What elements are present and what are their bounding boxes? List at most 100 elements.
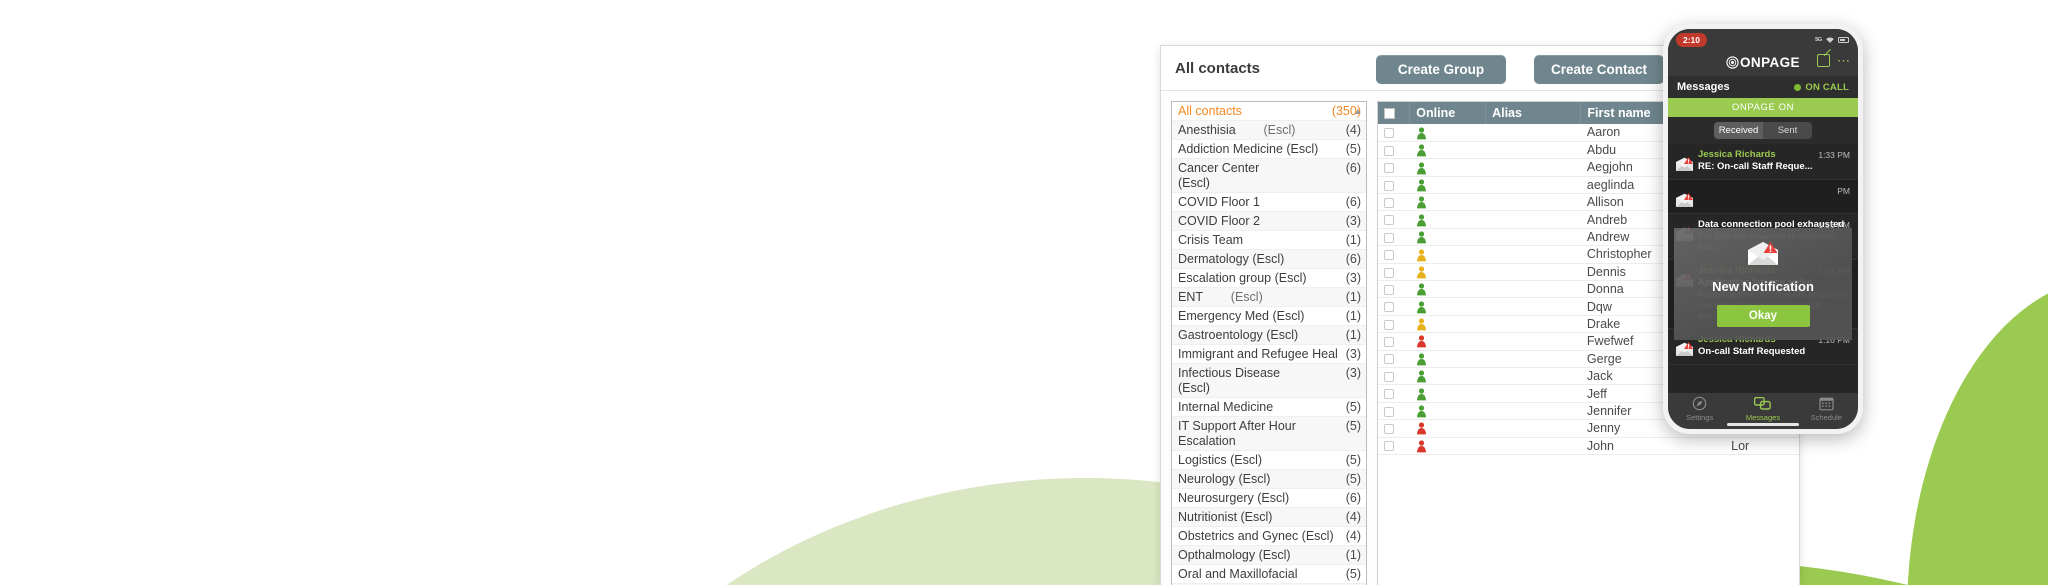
tab-messages[interactable]: Messages xyxy=(1733,396,1793,422)
row-checkbox[interactable] xyxy=(1384,250,1394,261)
group-list-item[interactable]: Nutritionist (Escl) (4) xyxy=(1172,508,1366,527)
row-select-cell[interactable] xyxy=(1378,124,1410,142)
group-name: Opthalmology (Escl) xyxy=(1178,547,1291,562)
row-select-cell[interactable] xyxy=(1378,176,1410,195)
group-list-item[interactable]: COVID Floor 2 (3) xyxy=(1172,212,1366,231)
row-checkbox[interactable] xyxy=(1384,424,1394,435)
row-checkbox[interactable] xyxy=(1384,441,1394,452)
compose-icon[interactable] xyxy=(1817,54,1830,67)
group-list-item[interactable]: Crisis Team (1) xyxy=(1172,231,1366,250)
segment-sent[interactable]: Sent xyxy=(1763,122,1812,139)
group-list-item[interactable]: Opthalmology (Escl) (1) xyxy=(1172,546,1366,565)
cell-online xyxy=(1409,297,1486,316)
row-checkbox[interactable] xyxy=(1384,371,1394,382)
group-list-item[interactable]: Obstetrics and Gynec (Escl) (4) xyxy=(1172,527,1366,546)
group-name: Emergency Med (Escl) xyxy=(1178,308,1305,323)
tab-settings[interactable]: Settings xyxy=(1670,396,1730,422)
segment-received[interactable]: Received xyxy=(1714,122,1763,139)
row-checkbox[interactable] xyxy=(1384,163,1394,174)
row-select-cell[interactable] xyxy=(1378,402,1410,421)
row-select-cell[interactable] xyxy=(1378,280,1410,299)
cell-alias xyxy=(1485,228,1581,247)
row-select-cell[interactable] xyxy=(1378,228,1410,247)
row-checkbox[interactable] xyxy=(1384,267,1394,278)
chevron-up-icon[interactable]: ▲ xyxy=(1352,105,1364,117)
phone-status-bar: 2:10 5G xyxy=(1668,29,1858,49)
row-checkbox[interactable] xyxy=(1384,145,1394,156)
group-list-item[interactable]: Internal Medicine (5) xyxy=(1172,398,1366,417)
group-list-item[interactable]: Immigrant and Refugee Heal (3) xyxy=(1172,345,1366,364)
tab-schedule[interactable]: Schedule xyxy=(1796,396,1856,422)
message-item[interactable]: PM xyxy=(1668,180,1858,214)
groups-list[interactable]: All contacts (350) Anesthisia (Escl) (4) Add… xyxy=(1172,102,1366,585)
group-name-continued: Escalation xyxy=(1178,433,1236,448)
row-select-cell[interactable] xyxy=(1378,210,1410,229)
row-select-cell[interactable] xyxy=(1378,141,1410,160)
column-header-online[interactable]: Online xyxy=(1409,102,1487,124)
group-list-item[interactable]: Infectious Disease (3) (Escl) xyxy=(1172,364,1366,398)
onpage-on-banner[interactable]: ONPAGE ON xyxy=(1668,98,1858,117)
row-checkbox[interactable] xyxy=(1384,180,1394,191)
group-list-item[interactable]: Gastroentology (Escl) (1) xyxy=(1172,326,1366,345)
phone-screen: 2:10 5G ONPAGE ⋯ Messages ON CALL ONPAGE… xyxy=(1668,29,1858,429)
presence-green-icon xyxy=(1416,214,1426,227)
more-options-icon[interactable]: ⋯ xyxy=(1837,54,1851,67)
group-list-item[interactable]: Addiction Medicine (Escl) (5) xyxy=(1172,140,1366,159)
row-checkbox[interactable] xyxy=(1384,389,1394,400)
select-all-checkbox[interactable] xyxy=(1384,108,1395,120)
presence-green-icon xyxy=(1416,405,1426,418)
row-select-cell[interactable] xyxy=(1378,384,1410,403)
notification-okay-button[interactable]: Okay xyxy=(1716,305,1810,327)
presence-red-icon xyxy=(1416,422,1426,435)
row-checkbox[interactable] xyxy=(1384,337,1394,348)
row-select-cell[interactable] xyxy=(1378,193,1410,212)
row-select-cell[interactable] xyxy=(1378,297,1410,316)
group-list-item[interactable]: Neurosurgery (Escl) (6) xyxy=(1172,489,1366,508)
create-group-button[interactable]: Create Group xyxy=(1376,55,1506,84)
row-select-cell[interactable] xyxy=(1378,315,1410,334)
row-checkbox[interactable] xyxy=(1384,232,1394,243)
cell-alias xyxy=(1485,280,1581,299)
create-contact-button[interactable]: Create Contact xyxy=(1534,55,1664,84)
received-sent-segmented-control[interactable]: Received Sent xyxy=(1714,122,1812,139)
group-list-item[interactable]: Logistics (Escl) (5) xyxy=(1172,451,1366,470)
row-checkbox[interactable] xyxy=(1384,197,1394,208)
table-row[interactable]: John Lor xyxy=(1378,437,1799,455)
group-list-item[interactable]: Oral and Maxillofacial (5) xyxy=(1172,565,1366,584)
row-select-cell[interactable] xyxy=(1378,437,1410,455)
row-checkbox[interactable] xyxy=(1384,128,1394,139)
group-list-item[interactable]: Escalation group (Escl) (3) xyxy=(1172,269,1366,288)
group-list-item[interactable]: Dermatology (Escl) (6) xyxy=(1172,250,1366,269)
group-count: (4) xyxy=(1345,509,1361,524)
group-list-item[interactable]: COVID Floor 1 (6) xyxy=(1172,193,1366,212)
row-checkbox[interactable] xyxy=(1384,284,1394,295)
group-list-item[interactable]: ENT (Escl) (1) xyxy=(1172,288,1366,307)
group-list-item[interactable]: Neurology (Escl) (5) xyxy=(1172,470,1366,489)
select-all-header[interactable] xyxy=(1378,102,1411,124)
wifi-icon xyxy=(1825,31,1835,49)
row-select-cell[interactable] xyxy=(1378,245,1410,264)
group-list-item[interactable]: Emergency Med (Escl) (1) xyxy=(1172,307,1366,326)
row-select-cell[interactable] xyxy=(1378,263,1410,282)
group-list-item[interactable]: Anesthisia (Escl) (4) xyxy=(1172,121,1366,140)
row-select-cell[interactable] xyxy=(1378,350,1410,368)
group-list-item[interactable]: IT Support After Hour (5) Escalation xyxy=(1172,417,1366,451)
row-checkbox[interactable] xyxy=(1384,215,1394,226)
page-title: All contacts xyxy=(1175,59,1261,77)
messages-list[interactable]: Jessica Richards RE: On-call Staff Reque.… xyxy=(1668,144,1858,393)
row-select-cell[interactable] xyxy=(1378,158,1410,177)
on-call-label: ON CALL xyxy=(1805,81,1849,93)
row-checkbox[interactable] xyxy=(1384,302,1394,313)
column-header-alias[interactable]: Alias xyxy=(1485,102,1582,124)
group-list-item[interactable]: All contacts (350) xyxy=(1172,102,1366,121)
row-select-cell[interactable] xyxy=(1378,367,1410,386)
message-item[interactable]: Jessica Richards RE: On-call Staff Reque.… xyxy=(1668,144,1858,180)
row-select-cell[interactable] xyxy=(1378,332,1410,351)
group-list-item[interactable]: Cancer Center (6) (Escl) xyxy=(1172,159,1366,193)
row-checkbox[interactable] xyxy=(1384,354,1394,365)
cell-online xyxy=(1409,263,1486,282)
onpage-mark-icon xyxy=(1726,56,1739,69)
row-checkbox[interactable] xyxy=(1384,319,1394,330)
row-select-cell[interactable] xyxy=(1378,419,1410,438)
row-checkbox[interactable] xyxy=(1384,406,1394,417)
